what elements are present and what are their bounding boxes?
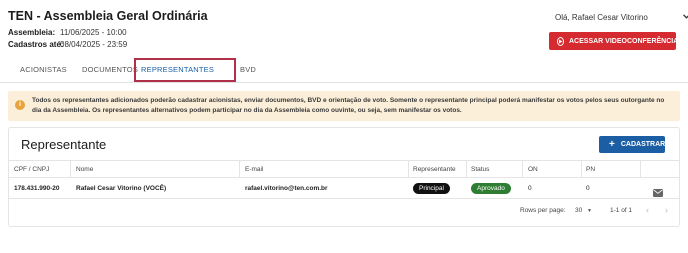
- plus-icon: +: [609, 138, 615, 150]
- table-row[interactable]: 178.431.990-20 Rafael Cesar Vitorino (VO…: [9, 178, 679, 199]
- rows-per-page-label: Rows per page:: [520, 207, 566, 214]
- cell-on: 0: [528, 185, 532, 192]
- add-representative-label: CADASTRAR: [620, 141, 666, 148]
- column-header-on[interactable]: ON: [528, 166, 538, 173]
- cell-email: rafael.vitorino@ten.com.br: [245, 185, 328, 192]
- tab-bvd[interactable]: BVD: [240, 65, 256, 74]
- card-title: Representante: [21, 137, 107, 152]
- column-divider: [70, 161, 71, 177]
- rows-per-page-select[interactable]: 30: [575, 207, 582, 214]
- previous-page-icon[interactable]: ‹: [646, 205, 649, 215]
- column-header-role[interactable]: Representante: [413, 166, 456, 173]
- add-representative-button[interactable]: + CADASTRAR: [599, 136, 665, 153]
- user-greeting[interactable]: Olá, Rafael Cesar Vitorino: [555, 13, 648, 22]
- column-header-status[interactable]: Status: [471, 166, 489, 173]
- assembly-date-label: Assembleia:: [8, 28, 56, 37]
- column-header-email[interactable]: E-mail: [245, 166, 263, 173]
- caret-down-icon[interactable]: ▼: [587, 208, 592, 214]
- chevron-down-icon[interactable]: [683, 11, 688, 21]
- video-conference-button[interactable]: ACESSAR VIDEOCONFERÊNCIA: [549, 32, 679, 50]
- tab-highlight-box: [134, 58, 236, 82]
- info-banner: i Todos os representantes adicionados po…: [8, 91, 680, 121]
- registration-deadline-value: 08/04/2025 - 23:59: [60, 40, 128, 49]
- status-badge: Aprovado: [471, 183, 511, 194]
- next-page-icon[interactable]: ›: [665, 205, 668, 215]
- table-pagination: Rows per page: 30 ▼ 1-1 of 1 ‹ ›: [9, 204, 679, 220]
- page-header: TEN - Assembleia Geral Ordinária Assembl…: [0, 0, 688, 56]
- representatives-card: Representante + CADASTRAR CPF / CNPJ Nom…: [8, 127, 680, 227]
- registration-deadline-row: Cadastros até: 08/04/2025 - 23:59: [8, 40, 127, 49]
- info-banner-text: Todos os representantes adicionados pode…: [32, 97, 665, 114]
- column-header-pn[interactable]: PN: [586, 166, 595, 173]
- cell-pn: 0: [586, 185, 590, 192]
- table-header: CPF / CNPJ Nome E-mail Representante Sta…: [9, 160, 679, 178]
- column-divider: [239, 161, 240, 177]
- video-conference-label: ACESSAR VIDEOCONFERÊNCIA: [569, 37, 679, 45]
- info-icon: i: [15, 100, 25, 110]
- cell-name: Rafael Cesar Vitorino (VOCÊ): [76, 185, 167, 192]
- pagination-range: 1-1 of 1: [610, 207, 633, 214]
- assembly-date-row: Assembleia: 11/06/2025 - 10:00: [8, 28, 127, 37]
- tab-bar: ACIONISTAS DOCUMENTOS REPRESENTANTES BVD: [0, 57, 688, 83]
- cell-cpf: 178.431.990-20: [14, 185, 60, 192]
- column-header-cpf[interactable]: CPF / CNPJ: [14, 166, 49, 173]
- play-circle-icon: [557, 36, 564, 46]
- role-badge: Principal: [413, 183, 450, 194]
- tab-documentos[interactable]: DOCUMENTOS: [82, 65, 138, 74]
- column-divider: [466, 161, 467, 177]
- registration-deadline-label: Cadastros até:: [8, 40, 64, 49]
- assembly-date-value: 11/06/2025 - 10:00: [60, 28, 127, 37]
- column-divider: [581, 161, 582, 177]
- column-divider: [408, 161, 409, 177]
- column-header-name[interactable]: Nome: [76, 166, 93, 173]
- column-divider: [522, 161, 523, 177]
- mail-icon[interactable]: [653, 184, 663, 197]
- column-divider: [640, 161, 641, 177]
- page-title: TEN - Assembleia Geral Ordinária: [8, 9, 208, 23]
- tab-acionistas[interactable]: ACIONISTAS: [20, 65, 67, 74]
